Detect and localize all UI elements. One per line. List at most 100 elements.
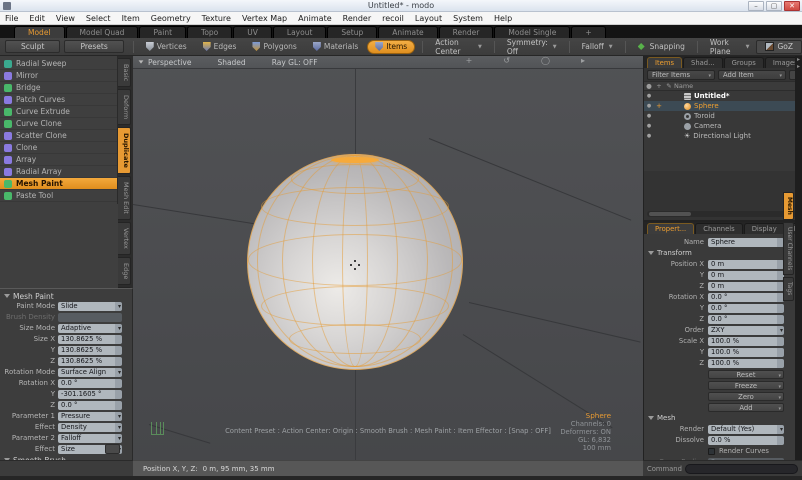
menu-item[interactable]: System <box>453 14 483 23</box>
menu-item[interactable]: Texture <box>202 14 231 23</box>
paint-mode-dropdown[interactable]: Slide <box>58 301 122 311</box>
tool-item[interactable]: Curve Clone <box>0 118 117 130</box>
position-x-field[interactable]: 0 m <box>708 259 784 269</box>
close-button[interactable]: ✕ <box>784 1 800 11</box>
sculpt-button[interactable]: Sculpt <box>5 40 61 53</box>
item-tree-row[interactable]: ● + Sphere <box>644 101 802 111</box>
goz-button[interactable]: GoZ <box>756 39 802 54</box>
menu-item[interactable]: Help <box>494 14 512 23</box>
item-list-hscrollbar[interactable] <box>647 211 799 217</box>
viewport-menu-icon[interactable] <box>138 60 144 64</box>
tool-category-tab[interactable]: Basic <box>118 58 131 88</box>
visibility-eye-icon[interactable]: ● <box>644 93 654 99</box>
parameter2-dropdown[interactable]: Falloff <box>58 433 122 443</box>
layout-tab[interactable]: Paint <box>139 26 187 38</box>
item-list-tab[interactable]: Items <box>647 57 683 68</box>
panel-scroll-edge[interactable]: ▸ ▸ <box>795 56 802 460</box>
rotation-z-field[interactable]: 0.0 ° <box>58 400 122 410</box>
size-x-field[interactable]: 130.8625 % <box>58 334 122 344</box>
tool-item[interactable]: Paste Tool <box>0 190 117 202</box>
work-plane-dropdown[interactable]: Work Plane ▼ <box>703 38 757 56</box>
tool-item[interactable]: Mesh Paint <box>0 178 117 190</box>
menu-item[interactable]: Animate <box>298 14 332 23</box>
rotation-y-field[interactable]: 0.0 ° <box>708 303 784 313</box>
symmetry-dropdown[interactable]: Symmetry: Off ▼ <box>500 38 564 56</box>
effect1-dropdown[interactable]: Density <box>58 422 122 432</box>
position-y-field[interactable]: 0 m <box>708 270 784 280</box>
selection-mode-button[interactable]: Materials <box>306 40 365 54</box>
menu-item[interactable]: Layout <box>415 14 442 23</box>
falloff-dropdown[interactable]: Falloff ▼ <box>575 42 620 51</box>
tool-category-tab[interactable]: Deform <box>118 89 131 126</box>
menu-item[interactable]: Geometry <box>151 14 191 23</box>
menu-item[interactable]: Vertex Map <box>242 14 287 23</box>
selection-mode-button[interactable]: Edges <box>196 40 244 54</box>
layout-tab[interactable]: Render <box>438 26 494 38</box>
tool-item[interactable]: Clone <box>0 142 117 154</box>
maximize-button[interactable]: ▢ <box>766 1 782 11</box>
rotation-x-field[interactable]: 0.0 ° <box>58 378 122 388</box>
layout-tab[interactable]: Model Single <box>494 26 571 38</box>
layout-tab[interactable]: Topo <box>187 26 233 38</box>
layout-tab[interactable]: UV <box>233 26 272 38</box>
snapping-button[interactable]: Snapping <box>631 42 692 51</box>
render-curves-checkbox[interactable] <box>708 447 715 455</box>
tool-item[interactable]: Scatter Clone <box>0 130 117 142</box>
tool-item[interactable]: Patch Curves <box>0 94 117 106</box>
rotation-x-field[interactable]: 0.0 ° <box>708 292 784 302</box>
layout-tab[interactable]: Setup <box>327 26 378 38</box>
rotation-mode-dropdown[interactable]: Surface Align <box>58 367 122 377</box>
properties-vertical-tab[interactable]: User Channels <box>783 221 794 276</box>
shading-mode-dropdown[interactable]: Shaded <box>217 58 245 67</box>
mesh-section-header[interactable]: Mesh <box>644 413 802 423</box>
mesh-paint-extra-button[interactable] <box>105 444 120 454</box>
tool-category-tab[interactable]: Mesh Edit <box>118 176 131 221</box>
layout-tab[interactable]: Layout <box>272 26 327 38</box>
filter-items-dropdown[interactable]: Filter Items <box>647 69 715 81</box>
zero-button[interactable]: Zero <box>708 391 784 402</box>
size-z-field[interactable]: 130.8625 % <box>58 356 122 366</box>
viewport-options-icon[interactable]: ▸ <box>581 56 585 65</box>
properties-tab[interactable]: Channels <box>695 223 743 234</box>
visibility-eye-icon[interactable]: ● <box>644 113 654 119</box>
render-dropdown[interactable]: Default (Yes) <box>708 424 784 434</box>
selection-mode-button[interactable]: Vertices <box>139 40 194 54</box>
item-tree-row[interactable]: ● Camera <box>644 121 802 131</box>
reset-button[interactable]: Reset <box>708 369 784 380</box>
tool-category-tab[interactable]: Duplicate <box>118 127 131 175</box>
command-input[interactable] <box>684 463 798 474</box>
scale-x-field[interactable]: 100.0 % <box>708 336 784 346</box>
properties-tab[interactable]: Display <box>743 223 785 234</box>
tool-item[interactable]: Mirror <box>0 70 117 82</box>
scale-y-field[interactable]: 100.0 % <box>708 347 784 357</box>
tool-category-tab[interactable]: Edge <box>118 256 131 286</box>
item-tree-row[interactable]: ● ☀ Directional Light <box>644 131 802 141</box>
item-add-icon[interactable]: + <box>654 102 664 110</box>
item-tree-row[interactable]: ● Toroid <box>644 111 802 121</box>
presets-button[interactable]: Presets <box>64 40 124 53</box>
freeze-button[interactable]: Freeze <box>708 380 784 391</box>
size-mode-dropdown[interactable]: Adaptive <box>58 323 122 333</box>
dissolve-field[interactable]: 0.0 % <box>708 435 784 445</box>
item-name-field[interactable]: Sphere <box>708 237 784 247</box>
visibility-eye-icon[interactable]: ● <box>644 103 654 109</box>
order-dropdown[interactable]: ZXY <box>708 325 784 335</box>
pan-icon[interactable]: + <box>466 56 473 65</box>
properties-vertical-tab[interactable]: Mesh <box>783 192 794 220</box>
item-list-tab[interactable]: Groups <box>723 57 764 68</box>
layout-tab[interactable]: Animate <box>378 26 438 38</box>
properties-vertical-tab[interactable]: Tags <box>783 277 794 301</box>
tool-item[interactable]: Bridge <box>0 82 117 94</box>
raygl-toggle[interactable]: Ray GL: OFF <box>272 58 318 67</box>
minimize-button[interactable]: – <box>748 1 764 11</box>
visibility-eye-icon[interactable]: ● <box>644 123 654 129</box>
position-z-field[interactable]: 0 m <box>708 281 784 291</box>
action-center-dropdown[interactable]: Action Center ▼ <box>428 38 489 56</box>
transform-section-header[interactable]: Transform <box>644 248 802 258</box>
menu-item[interactable]: Select <box>86 14 111 23</box>
properties-tab[interactable]: Propert... <box>647 223 695 234</box>
selection-mode-button[interactable]: Items <box>367 39 416 54</box>
menu-item[interactable]: View <box>56 14 75 23</box>
tool-item[interactable]: Array <box>0 154 117 166</box>
sphere-mesh[interactable] <box>247 154 463 370</box>
